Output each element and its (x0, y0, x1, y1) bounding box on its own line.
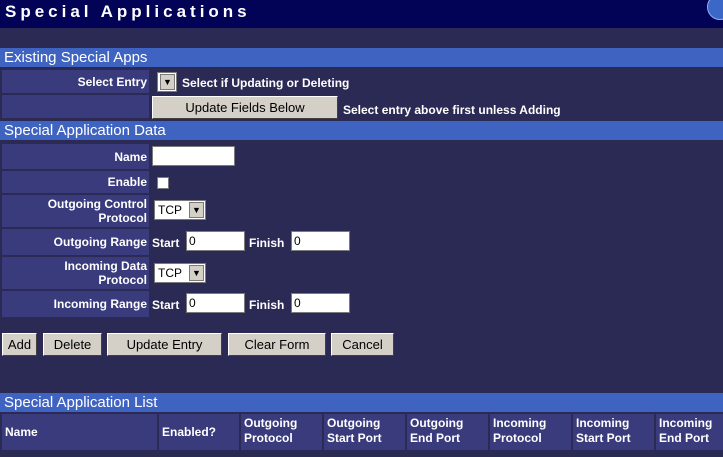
outgoing-protocol-value: TCP (158, 203, 182, 217)
app-list-header-text: Special Application List (4, 394, 158, 411)
chevron-down-icon: ▼ (189, 202, 204, 218)
outgoing-finish-field[interactable]: 0 (291, 231, 350, 251)
incoming-protocol-label-line2: Protocol (98, 273, 147, 287)
select-entry-label: Select Entry (2, 70, 149, 93)
existing-apps-header-text: Existing Special Apps (4, 49, 148, 66)
incoming-protocol-select[interactable]: TCP ▼ (154, 263, 206, 283)
outgoing-finish-label: Finish (249, 236, 285, 250)
name-field[interactable] (152, 146, 235, 166)
clear-form-button[interactable]: Clear Form (228, 333, 326, 356)
existing-apps-header: Existing Special Apps (0, 48, 723, 67)
title-bar: Special Applications (0, 0, 723, 28)
enable-label: Enable (2, 171, 149, 193)
incoming-finish-field[interactable]: 0 (291, 293, 350, 313)
incoming-start-field[interactable]: 0 (186, 293, 245, 313)
incoming-start-label: Start (152, 298, 180, 312)
chevron-down-icon: ▼ (189, 265, 204, 281)
enable-checkbox[interactable] (157, 177, 169, 189)
column-header-outgoing-protocol: Outgoing Protocol (241, 414, 322, 450)
help-icon[interactable] (707, 0, 723, 20)
column-header-incoming-protocol-line2: Protocol (493, 431, 542, 445)
incoming-finish-label: Finish (249, 298, 285, 312)
add-button[interactable]: Add (2, 333, 37, 356)
page-title: Special Applications (5, 2, 251, 21)
chevron-down-icon: ▼ (160, 74, 175, 90)
outgoing-range-label: Outgoing Range (2, 229, 149, 255)
column-header-enabled: Enabled? (159, 414, 239, 450)
incoming-range-label: Incoming Range (2, 291, 149, 317)
column-header-incoming-end: Incoming End Port (656, 414, 723, 450)
column-header-incoming-protocol-line1: Incoming (493, 416, 547, 430)
select-entry-hint: Select if Updating or Deleting (182, 76, 350, 90)
delete-button[interactable]: Delete (43, 333, 102, 356)
column-header-incoming-end-line1: Incoming (659, 416, 713, 430)
outgoing-protocol-label-line2: Protocol (98, 211, 147, 225)
app-data-header: Special Application Data (0, 121, 723, 140)
outgoing-protocol-label-line1: Outgoing Control (47, 197, 147, 211)
app-list-header: Special Application List (0, 393, 723, 412)
update-entry-button[interactable]: Update Entry (107, 333, 222, 356)
outgoing-protocol-label: Outgoing Control Protocol (2, 195, 149, 227)
column-header-outgoing-start-line2: Start Port (327, 431, 382, 445)
column-header-incoming-start: Incoming Start Port (573, 414, 654, 450)
column-header-incoming-protocol: Incoming Protocol (490, 414, 571, 450)
incoming-protocol-label-line1: Incoming Data (64, 259, 147, 273)
column-header-name: Name (2, 414, 157, 450)
column-header-outgoing-protocol-line1: Outgoing (244, 416, 298, 430)
incoming-protocol-label: Incoming Data Protocol (2, 257, 149, 289)
column-header-outgoing-protocol-line2: Protocol (244, 431, 293, 445)
update-fields-label-cell (2, 95, 149, 118)
column-header-outgoing-end-line1: Outgoing (410, 416, 464, 430)
column-header-outgoing-start: Outgoing Start Port (324, 414, 405, 450)
app-data-header-text: Special Application Data (4, 122, 166, 139)
incoming-protocol-value: TCP (158, 266, 182, 280)
column-header-incoming-end-line2: End Port (659, 431, 709, 445)
outgoing-start-label: Start (152, 236, 180, 250)
cancel-button[interactable]: Cancel (331, 333, 394, 356)
outgoing-start-field[interactable]: 0 (186, 231, 245, 251)
column-header-outgoing-end: Outgoing End Port (407, 414, 488, 450)
update-fields-button[interactable]: Update Fields Below (152, 96, 338, 119)
column-header-outgoing-end-line2: End Port (410, 431, 460, 445)
update-fields-hint: Select entry above first unless Adding (343, 103, 561, 117)
select-entry-dropdown[interactable]: ▼ (157, 72, 177, 92)
column-header-incoming-start-line2: Start Port (576, 431, 631, 445)
outgoing-protocol-select[interactable]: TCP ▼ (154, 200, 206, 220)
column-header-incoming-start-line1: Incoming (576, 416, 630, 430)
column-header-outgoing-start-line1: Outgoing (327, 416, 381, 430)
name-label: Name (2, 144, 149, 169)
